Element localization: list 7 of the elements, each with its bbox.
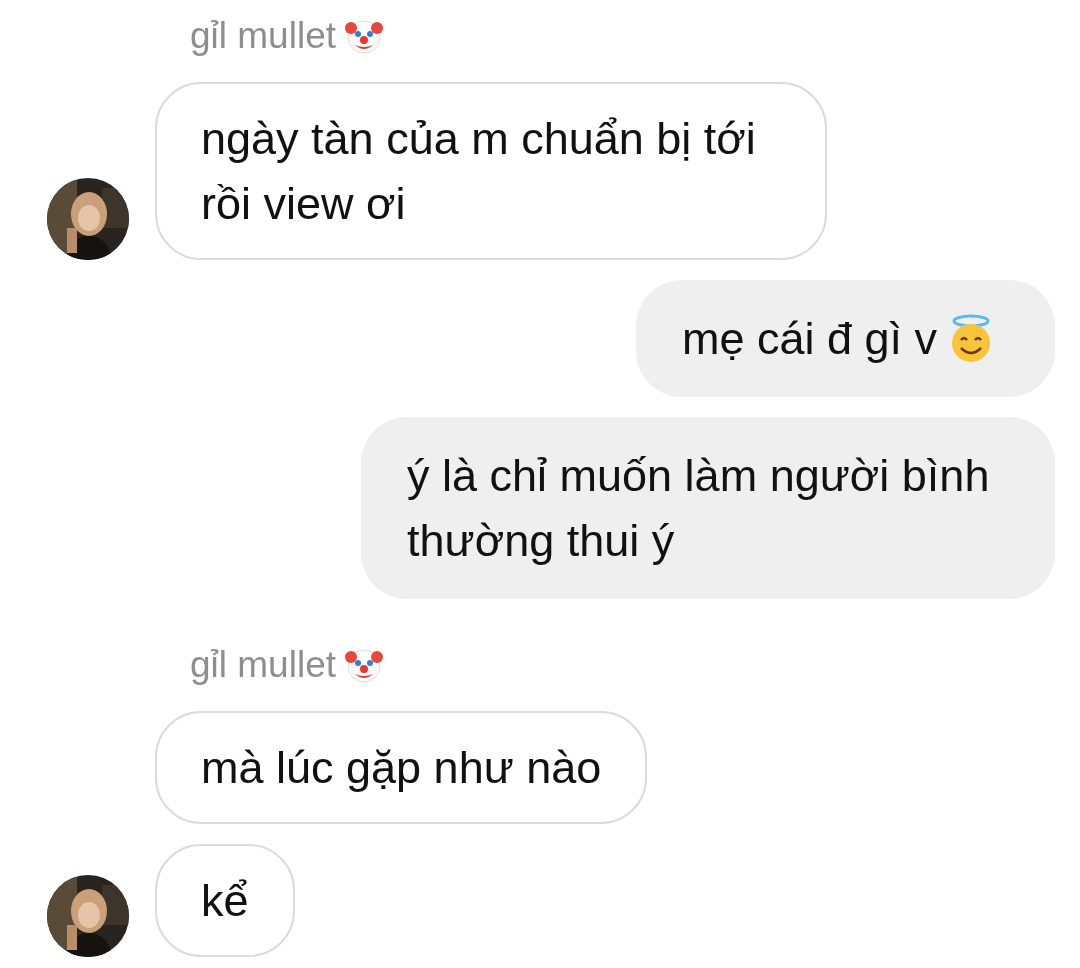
- received-message-bubble: ngày tàn của m chuẩn bị tới rồi view ơi: [155, 82, 827, 260]
- sender-name: gỉl mullet: [190, 643, 336, 687]
- sender-name: gỉl mullet: [190, 14, 336, 58]
- received-message-bubble: mà lúc gặp như nào: [155, 711, 648, 824]
- message-text: mẹ cái đ gì v: [681, 312, 937, 366]
- received-message-bubble: kể: [155, 844, 295, 957]
- message-text: ý là chỉ muốn làm người bình thường thui ý: [407, 449, 991, 568]
